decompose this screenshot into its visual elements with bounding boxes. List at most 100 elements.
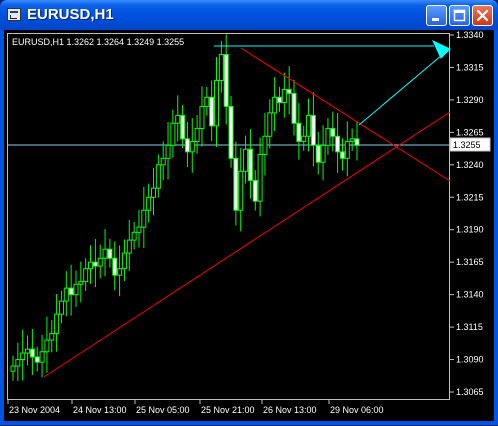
candle-body-bull <box>58 300 64 315</box>
y-tick-label: 1.3065 <box>456 387 484 397</box>
candle-body-bear <box>354 138 360 146</box>
candle-body-bull <box>344 140 350 159</box>
chart-window: EURUSD,H1 EURUSD,H1 1.3262 1.3264 1.3249… <box>0 0 498 425</box>
candles-group <box>10 34 360 382</box>
candle-body-bull <box>257 153 263 202</box>
close-button[interactable] <box>472 5 493 26</box>
candle-body-bull <box>325 127 331 146</box>
y-tick-label: 1.3290 <box>456 95 484 105</box>
candle-body-bull <box>121 252 127 270</box>
candle-body-bear <box>247 148 253 181</box>
maximize-button[interactable] <box>449 5 470 26</box>
candle-body-bull <box>301 135 307 142</box>
candle-body-bear <box>29 348 35 358</box>
candle-body-bull <box>44 339 50 353</box>
y-tick-label: 1.3215 <box>456 192 484 202</box>
y-tick-label: 1.3115 <box>456 322 483 332</box>
minimize-button[interactable] <box>426 5 447 26</box>
x-tick-label: 25 Nov 21:00 <box>201 405 255 415</box>
arrowhead-icon <box>431 39 451 59</box>
candle-body-bull <box>146 196 152 211</box>
window-title: EURUSD,H1 <box>27 6 114 23</box>
y-tick-label: 1.3090 <box>456 355 484 365</box>
y-tick-label: 1.3165 <box>456 257 484 267</box>
candle-body-bull <box>10 365 16 372</box>
candle-body-bull <box>218 53 224 81</box>
candle-body-bear <box>228 105 234 159</box>
candle-body-bull <box>272 96 278 114</box>
trendline-resistance[interactable] <box>240 47 451 182</box>
candle-body-bear <box>112 257 118 276</box>
candle-body-bear <box>330 127 336 137</box>
y-tick-label: 1.3140 <box>456 290 484 300</box>
candle-body-bull <box>306 114 312 137</box>
candle-body-bear <box>335 135 341 153</box>
candle-body-bull <box>131 231 137 241</box>
y-tick-label: 1.3240 <box>456 160 484 170</box>
candle-body-bear <box>180 114 186 140</box>
x-tick-label: 29 Nov 06:00 <box>330 405 384 415</box>
candle-body-bear <box>291 92 297 124</box>
candle-body-bull <box>238 170 244 211</box>
candle-body-bull <box>97 257 103 267</box>
y-tick-label: 1.3340 <box>456 30 484 40</box>
candle-body-bull <box>102 248 108 259</box>
candle-body-bear <box>68 287 74 296</box>
candle-body-bull <box>39 351 45 363</box>
close-icon <box>476 9 489 22</box>
x-tick-label: 25 Nov 05:00 <box>136 405 190 415</box>
candle-body-bull <box>262 135 268 155</box>
y-tick-label: 1.3265 <box>456 127 484 137</box>
candle-body-bull <box>189 140 195 153</box>
candle-body-bull <box>49 333 55 341</box>
candle-body-bull <box>20 352 26 361</box>
candle-body-bear <box>252 179 258 202</box>
minimize-icon <box>432 18 439 21</box>
candle-body-bull <box>320 144 326 163</box>
candle-body-bear <box>310 114 316 146</box>
maximize-icon <box>453 9 466 22</box>
chart-info-text: EURUSD,H1 1.3262 1.3264 1.3249 1.3255 <box>12 37 184 47</box>
candle-body-bull <box>155 164 161 189</box>
candle-body-bull <box>63 287 69 302</box>
candle-body-bear <box>286 89 292 94</box>
candle-body-bull <box>175 114 181 124</box>
candle-body-bull <box>117 268 123 276</box>
candle-body-bear <box>276 96 282 104</box>
candle-body-bull <box>25 348 31 354</box>
candle-body-bull <box>349 138 355 142</box>
candle-body-bull <box>281 89 287 104</box>
y-axis: 1.3340 1.3315 1.3290 1.3265 1.3240 1.3215 1.31… <box>450 30 484 397</box>
candle-body-bear <box>92 261 98 267</box>
chart-area[interactable]: EURUSD,H1 1.3262 1.3264 1.3249 1.3255 1.… <box>4 30 494 421</box>
price-chart[interactable]: EURUSD,H1 1.3262 1.3264 1.3249 1.3255 1.… <box>4 30 494 421</box>
candle-body-bull <box>204 96 210 107</box>
candle-body-bull <box>126 239 132 254</box>
candle-body-bear <box>34 356 40 363</box>
candle-body-bull <box>88 261 94 270</box>
candle-body-bear <box>209 96 215 127</box>
candle-body-bull <box>267 112 273 137</box>
y-tick-label: 1.3315 <box>456 62 484 72</box>
candle-body-bear <box>107 248 113 259</box>
candle-body-bear <box>339 151 345 159</box>
title-bar[interactable]: EURUSD,H1 <box>0 0 498 30</box>
x-axis: 23 Nov 2004 24 Nov 13:00 25 Nov 05:00 25 No… <box>7 400 384 415</box>
candle-body-bear <box>184 138 190 153</box>
y-tick-label: 1.3190 <box>456 225 484 235</box>
candle-body-bull <box>54 313 60 335</box>
candle-body-bull <box>170 122 176 146</box>
candle-body-bull <box>151 187 157 198</box>
target-arrow-diagonal[interactable] <box>358 54 443 126</box>
candle-body-bull <box>73 283 79 296</box>
candle-body-bull <box>136 226 142 233</box>
candle-body-bull <box>15 359 21 367</box>
chart-window-icon[interactable] <box>7 8 21 21</box>
candle-body-bull <box>213 79 219 127</box>
candle-body-bull <box>141 209 147 228</box>
candle-body-bull <box>83 268 89 283</box>
candle-body-bull <box>194 127 200 142</box>
candle-body-bull <box>78 281 84 285</box>
candle-body-bear <box>315 144 321 163</box>
candle-body-bear <box>233 157 239 211</box>
